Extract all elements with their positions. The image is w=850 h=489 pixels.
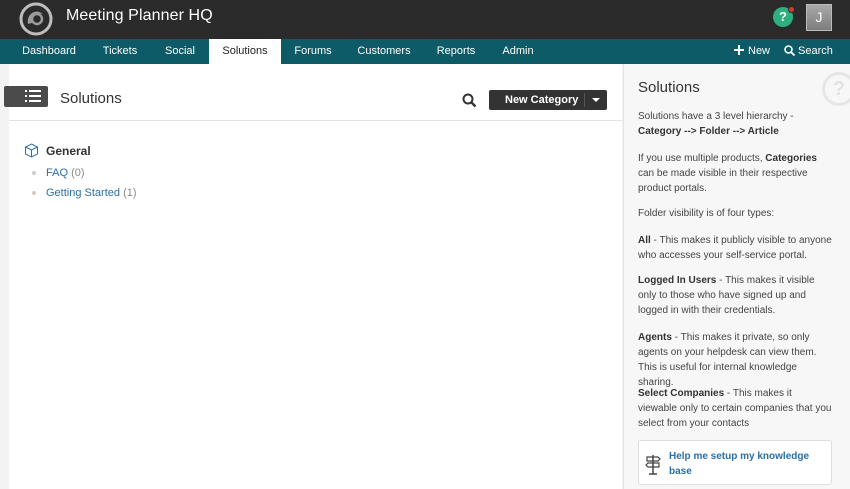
tab-dashboard[interactable]: Dashboard bbox=[14, 39, 84, 64]
folder-item[interactable]: Getting Started (1) bbox=[32, 187, 137, 199]
chevron-down-icon[interactable] bbox=[592, 98, 600, 102]
avatar[interactable]: J bbox=[806, 4, 832, 31]
left-gutter bbox=[0, 64, 9, 489]
button-divider bbox=[584, 93, 585, 107]
search-label: Search bbox=[798, 45, 833, 57]
sidebar-paragraph: Select Companies - This makes it viewabl… bbox=[638, 388, 832, 429]
main-panel bbox=[9, 64, 622, 489]
search-button[interactable]: Search bbox=[784, 39, 836, 64]
sidebar-title: Solutions bbox=[638, 79, 700, 96]
search-icon[interactable] bbox=[462, 93, 477, 113]
top-bar: Meeting Planner HQ ? J bbox=[0, 0, 850, 39]
setup-knowledge-base-link[interactable]: Help me setup my knowledge base bbox=[669, 449, 819, 479]
sidebar-toggle-button[interactable] bbox=[4, 86, 48, 107]
sidebar-paragraph: Logged In Users - This makes it visible … bbox=[638, 275, 815, 316]
page-title: Solutions bbox=[60, 90, 122, 107]
tab-solutions[interactable]: Solutions bbox=[209, 39, 281, 64]
folder-name[interactable]: FAQ bbox=[46, 167, 68, 179]
cube-icon bbox=[24, 143, 39, 163]
sidebar-paragraph: Agents - This makes it private, so only … bbox=[638, 332, 817, 388]
main-nav: Dashboard Tickets Social Solutions Forum… bbox=[0, 39, 850, 64]
header-divider bbox=[9, 120, 622, 121]
search-icon bbox=[784, 45, 795, 56]
sidebar-paragraph: All - This makes it publicly visible to … bbox=[638, 235, 832, 261]
sidebar-paragraph: If you use multiple products, Categories… bbox=[638, 153, 817, 194]
sidebar-paragraph: Solutions have a 3 level hierarchy - Cat… bbox=[638, 111, 794, 137]
list-icon bbox=[25, 90, 41, 102]
plus-icon bbox=[734, 45, 744, 55]
help-icon: ? bbox=[822, 72, 850, 106]
folder-name[interactable]: Getting Started bbox=[46, 187, 120, 199]
tab-admin[interactable]: Admin bbox=[496, 39, 540, 64]
new-button[interactable]: New bbox=[734, 39, 774, 64]
sidebar-paragraph: Folder visibility is of four types: bbox=[638, 208, 775, 219]
new-label: New bbox=[748, 45, 771, 57]
folder-item[interactable]: FAQ (0) bbox=[32, 167, 85, 179]
category-title[interactable]: General bbox=[46, 144, 91, 158]
folder-count: (0) bbox=[71, 167, 85, 179]
help-label: ? bbox=[779, 9, 787, 24]
tab-customers[interactable]: Customers bbox=[352, 39, 416, 64]
setup-knowledge-base-card[interactable]: Help me setup my knowledge base bbox=[638, 440, 832, 485]
tab-forums[interactable]: Forums bbox=[289, 39, 337, 64]
new-category-button[interactable]: New Category bbox=[489, 90, 607, 110]
folder-count: (1) bbox=[123, 187, 137, 199]
bullet bbox=[32, 191, 36, 196]
tab-social[interactable]: Social bbox=[156, 39, 204, 64]
app-title: Meeting Planner HQ bbox=[66, 7, 213, 24]
tab-tickets[interactable]: Tickets bbox=[94, 39, 146, 64]
signpost-icon bbox=[645, 453, 661, 480]
notification-dot bbox=[788, 6, 795, 13]
new-category-label: New Category bbox=[505, 94, 579, 106]
logo-icon[interactable] bbox=[18, 2, 54, 36]
bullet bbox=[32, 171, 36, 176]
help-button[interactable]: ? bbox=[773, 6, 795, 27]
tab-reports[interactable]: Reports bbox=[432, 39, 480, 64]
